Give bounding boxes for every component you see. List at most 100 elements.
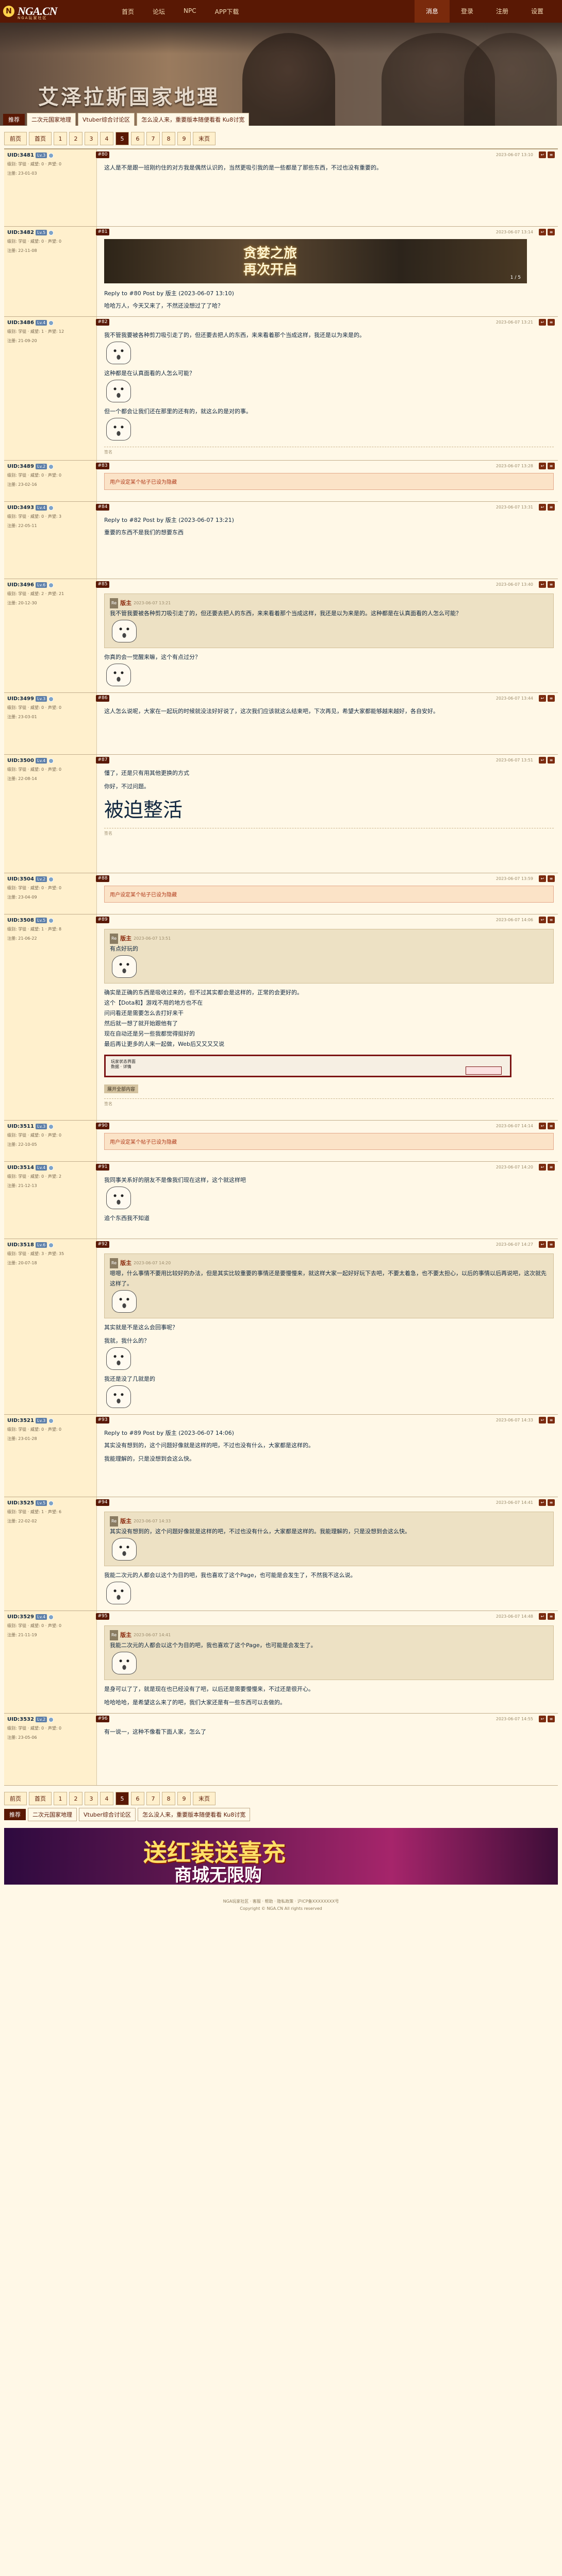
page-first[interactable]: 首页 [29,1792,52,1805]
page-3[interactable]: 3 [85,132,98,145]
username[interactable]: UID:3514 [7,1165,34,1171]
reply-icon[interactable]: ↩ [539,917,546,923]
username[interactable]: UID:3486 [7,320,34,326]
avatar-icon[interactable] [48,918,54,923]
username[interactable]: UID:3493 [7,505,34,511]
menu-icon[interactable]: ≡ [548,1499,555,1506]
reply-icon[interactable]: ↩ [539,695,546,702]
page-4[interactable]: 4 [100,132,113,145]
username[interactable]: UID:3521 [7,1418,34,1423]
reply-icon[interactable]: ↩ [539,581,546,588]
username[interactable]: UID:3489 [7,464,34,469]
avatar-icon[interactable] [48,1124,54,1129]
page-1[interactable]: 1 [54,132,67,145]
menu-icon[interactable]: ≡ [548,1716,555,1722]
nav-link-npc[interactable]: NPC [184,7,196,16]
username[interactable]: UID:3508 [7,918,34,923]
page-1[interactable]: 1 [54,1792,67,1805]
username[interactable]: UID:3532 [7,1717,34,1722]
avatar-icon[interactable] [48,582,54,588]
reply-icon[interactable]: ↩ [539,319,546,326]
reply-icon[interactable]: ↩ [539,151,546,158]
recommend-link[interactable]: 二次元国家地理 [28,1808,77,1821]
site-logo[interactable]: N NGA.CN NGA玩家社区 [0,0,72,23]
page-9[interactable]: 9 [177,132,191,145]
menu-icon[interactable]: ≡ [548,319,555,326]
avatar-icon[interactable] [48,320,54,326]
page-8[interactable]: 8 [162,132,175,145]
menu-icon[interactable]: ≡ [548,1164,555,1171]
menu-icon[interactable]: ≡ [548,463,555,469]
embedded-panel[interactable]: 玩家状态界面 数据 · 详情 [104,1055,511,1077]
avatar-icon[interactable] [48,1614,54,1620]
page-6[interactable]: 6 [131,132,144,145]
avatar-icon[interactable] [48,152,54,158]
reply-icon[interactable]: ↩ [539,1164,546,1171]
quote-author[interactable]: 版主 [120,1516,131,1527]
menu-icon[interactable]: ≡ [548,695,555,702]
page-prev[interactable]: 前页 [4,132,27,145]
page-3[interactable]: 3 [85,1792,98,1805]
page-7[interactable]: 7 [146,1792,160,1805]
avatar-icon[interactable] [48,505,54,511]
avatar-icon[interactable] [48,1418,54,1423]
topic-link[interactable]: Vtuber综合讨论区 [78,113,135,126]
recommend-link[interactable]: Vtuber综合讨论区 [79,1808,136,1821]
page-5-current[interactable]: 5 [115,132,129,145]
nav-register[interactable]: 注册 [485,0,520,23]
reply-icon[interactable]: ↩ [539,1241,546,1248]
avatar-icon[interactable] [48,876,54,882]
reply-icon[interactable]: ↩ [539,1499,546,1506]
page-first[interactable]: 首页 [29,132,52,145]
menu-icon[interactable]: ≡ [548,581,555,588]
nav-link-home[interactable]: 首页 [122,7,134,16]
username[interactable]: UID:3481 [7,152,34,158]
recommend-link[interactable]: 怎么没人来，重要版本随便看看 Ku8讨宽 [138,1808,251,1821]
topic-link[interactable]: 怎么没人来，重要版本随便看看 Ku8讨宽 [137,113,250,126]
avatar-icon[interactable] [48,1500,54,1506]
page-6[interactable]: 6 [131,1792,144,1805]
page-7[interactable]: 7 [146,132,160,145]
menu-icon[interactable]: ≡ [548,1241,555,1248]
post-image[interactable]: 贪婪之旅 再次开启 1 / 5 [104,239,527,283]
quote-author[interactable]: 版主 [120,598,131,608]
page-prev[interactable]: 前页 [4,1792,27,1805]
page-5-current[interactable]: 5 [115,1792,129,1805]
reply-icon[interactable]: ↩ [539,504,546,511]
username[interactable]: UID:3529 [7,1614,34,1620]
panel-button[interactable] [466,1066,502,1075]
reply-icon[interactable]: ↩ [539,229,546,235]
username[interactable]: UID:3525 [7,1500,34,1506]
reply-icon[interactable]: ↩ [539,1613,546,1620]
menu-icon[interactable]: ≡ [548,1123,555,1129]
topic-link[interactable]: 二次元国家地理 [27,113,76,126]
avatar-icon[interactable] [48,230,54,235]
reply-icon[interactable]: ↩ [539,463,546,469]
quote-author[interactable]: 版主 [120,1258,131,1268]
avatar-icon[interactable] [48,1717,54,1722]
reply-icon[interactable]: ↩ [539,1123,546,1129]
avatar-icon[interactable] [48,464,54,469]
username[interactable]: UID:3499 [7,696,34,702]
reply-header[interactable]: Reply to #80 Post by 版主 (2023-06-07 13:1… [104,289,554,299]
username[interactable]: UID:3518 [7,1242,34,1248]
username[interactable]: UID:3496 [7,582,34,588]
reply-icon[interactable]: ↩ [539,875,546,882]
quote-author[interactable]: 版主 [120,1630,131,1640]
page-8[interactable]: 8 [162,1792,175,1805]
nav-link-app[interactable]: APP下载 [215,7,239,16]
nav-messages[interactable]: 消息 [415,0,450,23]
menu-icon[interactable]: ≡ [548,917,555,923]
username[interactable]: UID:3504 [7,876,34,882]
reply-icon[interactable]: ↩ [539,757,546,764]
menu-icon[interactable]: ≡ [548,1613,555,1620]
page-last[interactable]: 末页 [193,1792,216,1805]
expand-chip[interactable]: 展开全部内容 [104,1084,139,1093]
reply-icon[interactable]: ↩ [539,1716,546,1722]
page-4[interactable]: 4 [100,1792,113,1805]
username[interactable]: UID:3500 [7,758,34,764]
nav-login[interactable]: 登录 [450,0,485,23]
menu-icon[interactable]: ≡ [548,151,555,158]
menu-icon[interactable]: ≡ [548,504,555,511]
nav-link-forum[interactable]: 论坛 [153,7,165,16]
